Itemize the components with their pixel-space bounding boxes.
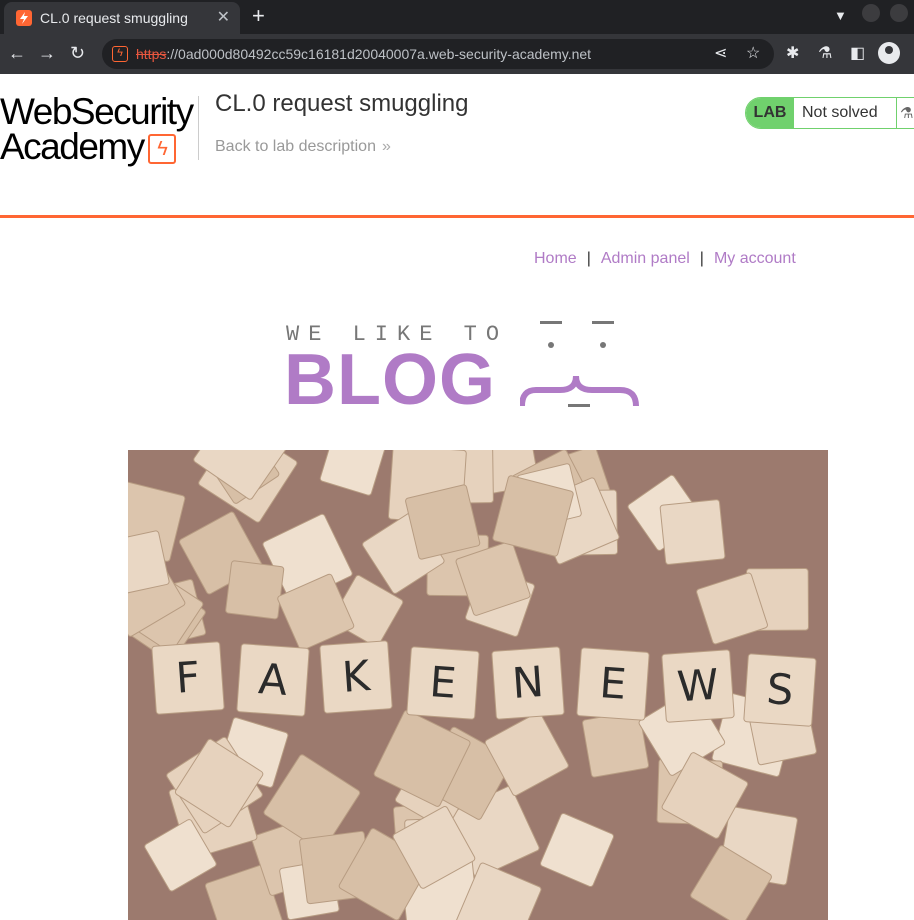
side-panel-icon[interactable]: ◧ xyxy=(850,44,865,64)
page-viewport: WebSecurity Academy ϟ CL.0 request smuggl… xyxy=(0,74,914,920)
url-scheme: https xyxy=(136,46,167,62)
address-bar[interactable]: ϟ https://0ad000d80492cc59c16181d2004000… xyxy=(102,39,774,69)
face-mascot-icon xyxy=(520,321,639,407)
web-security-academy-logo[interactable]: WebSecurity Academy ϟ xyxy=(0,91,194,167)
forward-arrow-icon[interactable]: → xyxy=(38,42,56,64)
scrabble-tiles-illustration: FAKENEWS xyxy=(128,450,817,920)
letter-tile-letter: E xyxy=(428,657,458,708)
nav-my-account-link[interactable]: My account xyxy=(714,250,796,267)
nav-separator: | xyxy=(699,250,704,267)
browser-tab-strip: CL.0 request smuggling ✕ + ▼ xyxy=(0,0,914,34)
letter-tile-letter: E xyxy=(598,658,628,709)
header-divider xyxy=(198,96,199,160)
letter-tile: E xyxy=(406,646,480,720)
logo-bolt-icon: ϟ xyxy=(147,134,176,165)
new-tab-icon[interactable]: + xyxy=(252,4,265,28)
academy-lab-header: WebSecurity Academy ϟ CL.0 request smuggl… xyxy=(0,74,914,218)
letter-tile: S xyxy=(743,653,817,727)
status-divider xyxy=(896,98,897,128)
lab-favicon-icon xyxy=(16,10,32,26)
browser-toolbar: ← → ↻ ϟ https://0ad000d80492cc59c16181d2… xyxy=(0,34,914,74)
back-arrow-icon[interactable]: ← xyxy=(8,42,26,64)
nav-admin-panel-link[interactable]: Admin panel xyxy=(601,250,690,267)
banner-title: BLOG xyxy=(284,340,496,420)
letter-tile-letter: A xyxy=(257,654,289,705)
scattered-tile xyxy=(405,484,481,560)
close-tab-icon[interactable]: ✕ xyxy=(217,10,230,26)
letter-tile: E xyxy=(576,647,650,721)
reload-icon[interactable]: ↻ xyxy=(70,42,85,64)
flask-icon: ⚗ xyxy=(900,105,914,122)
scattered-tile xyxy=(319,450,386,496)
back-to-lab-description-link[interactable]: Back to lab description » xyxy=(215,138,391,156)
tab-search-chevron-icon[interactable]: ▼ xyxy=(834,8,847,23)
blog-navigation: Home | Admin panel | My account xyxy=(534,250,796,268)
tab-title: CL.0 request smuggling xyxy=(40,10,188,26)
browser-tab[interactable]: CL.0 request smuggling ✕ xyxy=(4,2,240,34)
share-icon[interactable]: ⋖ xyxy=(714,44,727,64)
blog-post-hero-image[interactable]: FAKENEWS xyxy=(128,450,828,920)
letter-tile-letter: W xyxy=(676,660,721,712)
letter-tile-letter: F xyxy=(174,652,202,703)
url-host: ://0ad000d80492cc59c16181d20040007a.web-… xyxy=(166,46,592,62)
letter-tile: A xyxy=(236,643,310,717)
bookmark-star-icon[interactable]: ☆ xyxy=(746,44,760,64)
profile-avatar-icon[interactable] xyxy=(878,42,900,64)
url-text: https://0ad000d80492cc59c16181d20040007a… xyxy=(136,46,591,62)
logo-line-2: Academy xyxy=(0,126,145,167)
scattered-tile xyxy=(225,560,285,620)
letter-tile: F xyxy=(151,641,225,715)
letter-tile: N xyxy=(491,646,565,720)
scattered-tile xyxy=(659,499,726,565)
letter-tile-letter: S xyxy=(765,664,795,715)
lab-status-widget: LAB Not solved ⚗ xyxy=(745,97,914,129)
lab-status-text: Not solved xyxy=(802,104,878,121)
maximize-window-icon[interactable] xyxy=(890,4,908,22)
double-chevron-right-icon: » xyxy=(381,138,391,155)
blog-banner: WE LIKE TO BLOG xyxy=(284,318,646,420)
not-secure-icon[interactable]: ϟ xyxy=(112,46,128,62)
lab-title: CL.0 request smuggling xyxy=(215,90,469,117)
scattered-tile xyxy=(540,813,615,888)
logo-line-1: WebSecurity xyxy=(0,91,194,132)
extensions-puzzle-icon[interactable]: ✱ xyxy=(786,44,799,64)
minimize-window-icon[interactable] xyxy=(862,4,880,22)
letter-tile: W xyxy=(661,649,735,723)
nav-home-link[interactable]: Home xyxy=(534,250,577,267)
back-link-label: Back to lab description xyxy=(215,138,376,155)
letter-tile-letter: N xyxy=(511,657,546,708)
letter-tile: K xyxy=(319,640,393,714)
scattered-tile xyxy=(582,710,650,778)
nav-separator: | xyxy=(586,250,591,267)
letter-tile-letter: K xyxy=(341,651,373,702)
labs-flask-icon[interactable]: ⚗ xyxy=(818,44,832,64)
lab-status-tag: LAB xyxy=(746,98,794,128)
